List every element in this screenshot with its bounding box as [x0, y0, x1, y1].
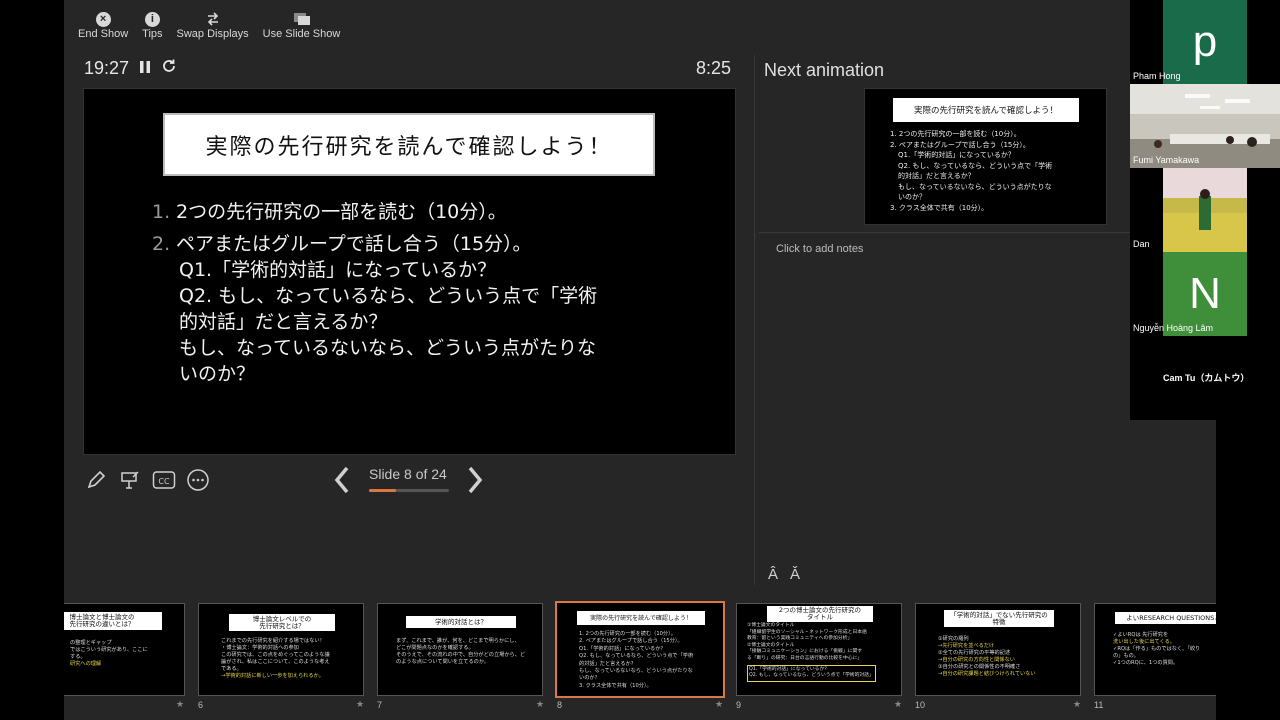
thumbnail-number: 8: [557, 700, 563, 710]
slide-thumbnail[interactable]: 博士論文レベルでの 先行研究とは？ これまでの先行研究を紹介する場ではない！ ・…: [198, 603, 364, 696]
participant-initial: N: [1189, 269, 1221, 318]
thumbnail-star-icon: ★: [356, 699, 365, 709]
tips-label: Tips: [142, 28, 163, 40]
participant-initial: p: [1192, 17, 1218, 66]
slide-line: Q1.「学術的対話」になっているか？: [179, 259, 497, 281]
pause-icon[interactable]: [139, 58, 151, 79]
thumbnail-number: 7: [377, 700, 383, 710]
slide-progress-fill: [369, 489, 396, 492]
next-slide-body: 1. 2つの先行研究の一部を読む（10分）。 2. ペアまたはグループで話し合う…: [890, 130, 1053, 212]
slide-thumbnail[interactable]: 2つの博士論文の先行研究の タイトル ①博士論文のタイトル 「組織留学生のソーシ…: [736, 603, 902, 696]
participant-name: Fumi Yamakawa: [1133, 155, 1200, 165]
restart-timer-icon[interactable]: [161, 58, 177, 79]
current-slide: 実際の先行研究を読んで確認しよう！ 1. 2つの先行研究の一部を読む（10分）。 …: [83, 88, 736, 455]
thumbnail-number: 9: [736, 700, 742, 710]
pane-divider[interactable]: [754, 55, 755, 585]
slide-line: 2. ペアまたはグループで話し合う（15分）。: [152, 233, 532, 255]
use-slide-show-label: Use Slide Show: [262, 28, 341, 40]
end-show-button[interactable]: × End Show: [78, 0, 128, 46]
slide-thumbnail[interactable]: 「学術的対話」でない先行研究の 特徴 ①研究の羅列 →先行研究を並べるだけ ②全…: [915, 603, 1081, 696]
info-icon: i: [144, 11, 160, 27]
next-slide-title: 実際の先行研究を読んで確認しよう！: [893, 98, 1079, 122]
thumbnail-number: 10: [915, 700, 926, 710]
presenter-toolbar: × End Show i Tips Swap Displays Use Slid…: [64, 0, 340, 46]
slide-line: もし、なっているないなら、どういう点がたりな: [179, 337, 597, 359]
timer: 19:27: [84, 58, 177, 79]
thumbnail-number: 11: [1094, 700, 1104, 710]
thumbnail-star-icon: ★: [536, 699, 545, 709]
use-slide-show-button[interactable]: Use Slide Show: [262, 0, 341, 46]
slide-navigation: Slide 8 of 24: [332, 462, 492, 502]
slide-line: Q2. もし、なっているなら、どういう点で「学術: [179, 285, 598, 307]
speaker-notes[interactable]: Click to add notes: [776, 243, 863, 255]
end-show-label: End Show: [78, 28, 129, 40]
pen-icon[interactable]: [84, 468, 108, 492]
more-options-icon[interactable]: [186, 468, 210, 492]
laser-pointer-icon[interactable]: [118, 468, 142, 492]
swap-displays-label: Swap Displays: [176, 28, 249, 40]
slide-line: 的対話」だと言えるか？: [179, 311, 388, 333]
elapsed-time: 19:27: [84, 58, 130, 78]
slide-thumbnail[interactable]: 博士論文と博士論文の 先行研究の違いとは？ の整理とギャップ ではこういう研究が…: [64, 603, 185, 696]
next-slide-icon[interactable]: [465, 464, 485, 503]
participant-name: Cam Tu（カムトウ）: [1163, 373, 1250, 383]
thumbnail-star-icon: ★: [1073, 699, 1082, 709]
thumbnail-star-icon: ★: [176, 699, 185, 709]
slide-thumbnail-active[interactable]: 実際の先行研究を読んで確認しよう！ 1. 2つの先行研究の一部を読む（10分）。…: [555, 601, 725, 698]
slide-thumbnail[interactable]: 学術的対話とは？ まず、これまで、誰が、何を、どこまで明らかにし、 どこが問題点…: [377, 603, 543, 696]
notes-font-controls: Â Ǎ: [768, 566, 800, 583]
tips-button[interactable]: i Tips: [142, 0, 163, 46]
slide-thumbnail[interactable]: よいRESEARCH QUESTIONSとは？ ✓よいRQは 先行研究を 洗い出…: [1094, 603, 1216, 696]
annotation-tools: CC: [84, 468, 210, 492]
previous-slide-icon[interactable]: [332, 464, 352, 503]
swap-icon: [205, 10, 221, 28]
swap-displays-button[interactable]: Swap Displays: [177, 0, 249, 46]
presenter-view: × End Show i Tips Swap Displays Use Slid…: [64, 0, 1216, 720]
next-animation-label: Next animation: [764, 60, 885, 80]
participant-video[interactable]: [1163, 168, 1247, 252]
slide-line: いのか？: [179, 363, 256, 385]
outdoor-video-frame: [1163, 168, 1247, 252]
participant-name: Dan: [1133, 239, 1150, 249]
participant-name: Pham Hong: [1133, 71, 1181, 81]
slide-counter: Slide 8 of 24: [369, 466, 447, 482]
svg-text:CC: CC: [158, 477, 170, 486]
slide-title: 実際の先行研究を読んで確認しよう！: [163, 113, 655, 176]
increase-font-button[interactable]: Â: [768, 566, 778, 583]
thumbnail-number: 6: [198, 700, 204, 710]
slide-line: 1. 2つの先行研究の一部を読む（10分）。: [152, 201, 507, 223]
slide-thumbnail-strip: 博士論文と博士論文の 先行研究の違いとは？ の整理とギャップ ではこういう研究が…: [64, 598, 1216, 720]
slide-progress-bar: [369, 489, 449, 492]
decrease-font-button[interactable]: Ǎ: [790, 566, 800, 583]
participant-name: Nguyễn Hoàng Lâm: [1133, 323, 1214, 333]
thumbnail-star-icon: ★: [894, 699, 903, 709]
slide-show-icon: [293, 10, 311, 28]
thumbnail-star-icon: ★: [715, 699, 724, 709]
subtitles-icon[interactable]: CC: [152, 468, 176, 492]
video-call-participants: p Pham Hong Fumi Yamakawa Dan N Nguyễn H…: [1130, 0, 1280, 420]
next-animation-preview: 実際の先行研究を読んで確認しよう！ 1. 2つの先行研究の一部を読む（10分）。…: [864, 88, 1107, 225]
current-time: 8:25: [696, 58, 732, 78]
slide-body: 1. 2つの先行研究の一部を読む（10分）。 2. ペアまたはグループで話し合う（1…: [152, 199, 692, 387]
close-circle-icon: ×: [95, 11, 111, 27]
